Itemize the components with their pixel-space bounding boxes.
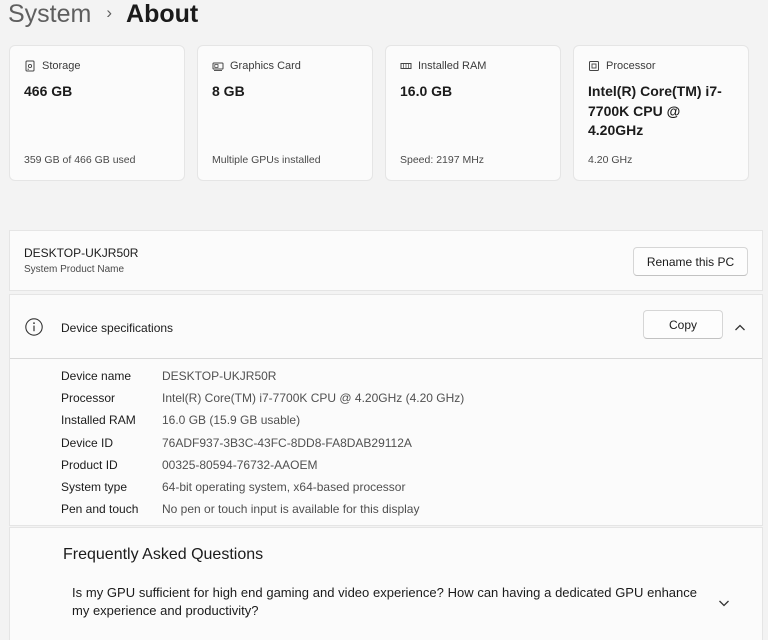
processor-title: Processor bbox=[606, 60, 656, 72]
spec-label: Product ID bbox=[61, 457, 118, 472]
spec-row-device-name: Device name DESKTOP-UKJR50R bbox=[61, 365, 464, 387]
spec-label: Processor bbox=[61, 391, 116, 406]
graphics-card-card: Graphics Card 8 GB Multiple GPUs install… bbox=[197, 45, 373, 181]
device-specifications-title: Device specifications bbox=[61, 321, 174, 335]
processor-icon bbox=[588, 60, 600, 72]
installed-ram-title: Installed RAM bbox=[418, 60, 487, 72]
spec-value: DESKTOP-UKJR50R bbox=[162, 369, 277, 384]
pc-name: DESKTOP-UKJR50R bbox=[24, 246, 139, 260]
info-icon bbox=[24, 317, 44, 337]
graphics-card-detail: Multiple GPUs installed bbox=[212, 154, 321, 166]
spec-row-installed-ram: Installed RAM 16.0 GB (15.9 GB usable) bbox=[61, 409, 464, 431]
faq-panel: Frequently Asked Questions Is my GPU suf… bbox=[9, 527, 763, 640]
processor-card: Processor Intel(R) Core(TM) i7-7700K CPU… bbox=[573, 45, 749, 181]
page-title: About bbox=[126, 0, 199, 28]
spec-row-processor: Processor Intel(R) Core(TM) i7-7700K CPU… bbox=[61, 387, 464, 409]
spec-row-product-id: Product ID 00325-80594-76732-AAOEM bbox=[61, 454, 464, 476]
spec-label: Device name bbox=[61, 369, 132, 384]
installed-ram-value: 16.0 GB bbox=[400, 83, 453, 99]
spec-row-device-id: Device ID 76ADF937-3B3C-43FC-8DD8-FA8DAB… bbox=[61, 432, 464, 454]
chevron-up-icon[interactable] bbox=[733, 321, 747, 333]
spec-value: 76ADF937-3B3C-43FC-8DD8-FA8DAB29112A bbox=[162, 435, 412, 450]
spec-value: 64-bit operating system, x64-based proce… bbox=[162, 480, 406, 495]
spec-value: Intel(R) Core(TM) i7-7700K CPU @ 4.20GHz… bbox=[162, 391, 465, 406]
processor-value: Intel(R) Core(TM) i7-7700K CPU @ 4.20GHz bbox=[588, 83, 722, 138]
spec-list: Device name DESKTOP-UKJR50R Processor In… bbox=[61, 365, 464, 520]
processor-detail: 4.20 GHz bbox=[588, 154, 633, 166]
device-specifications-panel: Device specifications Copy Device name D… bbox=[9, 294, 763, 526]
spec-row-system-type: System type 64-bit operating system, x64… bbox=[61, 476, 464, 498]
storage-card-value: 466 GB bbox=[24, 83, 73, 99]
storage-card: Storage 466 GB 359 GB of 466 GB used bbox=[9, 45, 185, 181]
ram-icon bbox=[400, 60, 412, 72]
graphics-card-icon bbox=[212, 60, 224, 72]
spec-value: 00325-80594-76732-AAOEM bbox=[162, 457, 318, 472]
spec-label: System type bbox=[61, 480, 128, 495]
copy-button[interactable]: Copy bbox=[643, 310, 723, 339]
breadcrumb: System › About bbox=[8, 0, 198, 32]
about-page: System › About Storage 466 GB 359 GB of … bbox=[0, 0, 768, 640]
spec-value: 16.0 GB (15.9 GB usable) bbox=[162, 413, 301, 428]
faq-title: Frequently Asked Questions bbox=[63, 546, 264, 563]
spec-row-pen-and-touch: Pen and touch No pen or touch input is a… bbox=[61, 498, 464, 520]
storage-card-detail: 359 GB of 466 GB used bbox=[24, 154, 136, 166]
breadcrumb-system-link[interactable]: System bbox=[8, 0, 91, 29]
spec-label: Pen and touch bbox=[61, 502, 139, 517]
chevron-down-icon[interactable] bbox=[717, 596, 731, 608]
graphics-card-title: Graphics Card bbox=[230, 60, 301, 72]
pc-product-name: System Product Name bbox=[24, 264, 125, 275]
breadcrumb-separator: › bbox=[106, 3, 113, 22]
installed-ram-card: Installed RAM 16.0 GB Speed: 2197 MHz bbox=[385, 45, 561, 181]
rename-pc-button[interactable]: Rename this PC bbox=[633, 247, 748, 276]
spec-label: Installed RAM bbox=[61, 413, 136, 428]
faq-question[interactable]: Is my GPU sufficient for high end gaming… bbox=[72, 584, 697, 620]
spec-value: No pen or touch input is available for t… bbox=[162, 502, 420, 517]
storage-icon bbox=[24, 60, 36, 72]
installed-ram-detail: Speed: 2197 MHz bbox=[400, 154, 485, 166]
divider bbox=[10, 358, 762, 359]
storage-card-title: Storage bbox=[42, 60, 81, 72]
graphics-card-value: 8 GB bbox=[212, 83, 245, 99]
pc-name-panel: DESKTOP-UKJR50R System Product Name Rena… bbox=[9, 230, 763, 291]
spec-label: Device ID bbox=[61, 435, 114, 450]
